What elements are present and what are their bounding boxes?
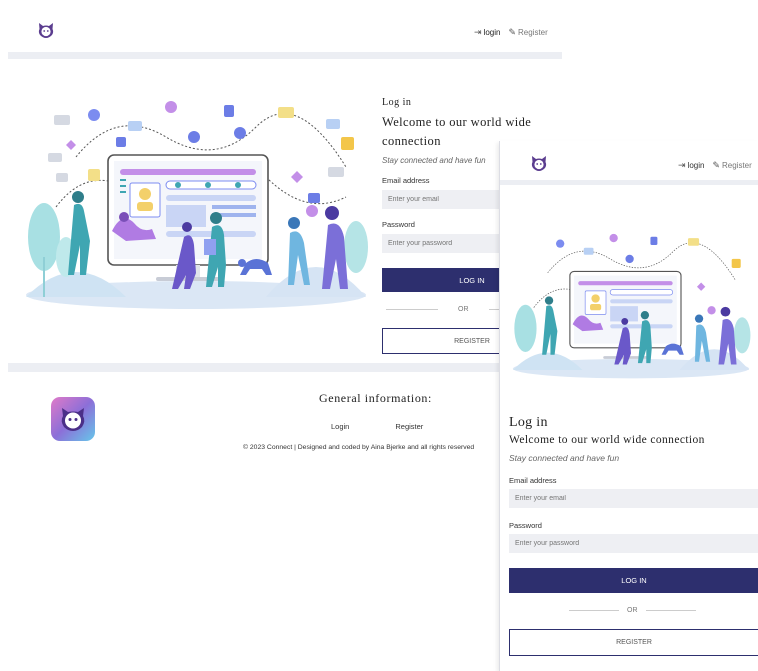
login-heading: Log in — [382, 97, 412, 108]
top-nav: ⇥ login ✎ Register — [474, 27, 548, 38]
or-divider: OR — [509, 607, 758, 614]
email-input[interactable] — [509, 489, 758, 508]
mobile-view: ⇥ login ✎ Register Log in Welcome to our… — [499, 141, 758, 671]
cat-face-icon — [61, 408, 85, 431]
nav-login-link[interactable]: ⇥ login — [474, 27, 500, 38]
footer-title: General information: — [319, 391, 432, 405]
footer-links: Login Register — [331, 422, 423, 431]
top-nav: ⇥ login ✎ Register — [678, 160, 752, 171]
cat-face-icon[interactable] — [529, 153, 549, 173]
footer: General information: Login Register © 20… — [8, 372, 562, 474]
tagline: Stay connected and have fun — [509, 453, 620, 463]
social-network-illustration — [26, 101, 368, 309]
nav-register-link[interactable]: ✎ Register — [712, 160, 751, 171]
divider-line — [645, 610, 696, 611]
password-input[interactable] — [509, 534, 758, 553]
nav-login-label: login — [687, 161, 705, 170]
divider-line — [386, 309, 438, 310]
social-network-illustration — [512, 233, 751, 379]
header: ⇥ login ✎ Register — [500, 141, 758, 185]
sign-in-icon: ⇥ — [678, 160, 686, 170]
header: ⇥ login ✎ Register — [8, 0, 562, 52]
nav-register-label: Register — [722, 161, 752, 170]
divider-line — [569, 610, 619, 611]
cat-face-icon[interactable] — [36, 20, 56, 40]
desktop-view: ⇥ login ✎ Register Log in Welcome to our… — [8, 0, 562, 474]
edit-icon: ✎ — [712, 160, 720, 170]
nav-login-link[interactable]: ⇥ login — [678, 160, 704, 171]
copyright-text: © 2023 Connect | Designed and coded by A… — [243, 444, 475, 451]
login-form: Log in Welcome to our world wide connect… — [509, 415, 758, 656]
login-heading: Log in — [509, 415, 548, 430]
footer-register-link[interactable]: Register — [395, 422, 423, 431]
sign-in-icon: ⇥ — [474, 27, 482, 37]
login-section: Log in Welcome to our world wide connect… — [8, 59, 562, 363]
app-icon — [51, 397, 95, 441]
edit-icon: ✎ — [508, 27, 516, 37]
welcome-heading: Welcome to our world wide connection — [509, 434, 705, 446]
footer-login-link[interactable]: Login — [331, 422, 349, 431]
nav-register-link[interactable]: ✎ Register — [508, 27, 547, 38]
login-button[interactable]: LOG IN — [509, 568, 758, 593]
nav-login-label: login — [483, 28, 501, 37]
password-label: Password — [509, 521, 542, 530]
or-text: OR — [458, 306, 469, 313]
nav-register-label: Register — [518, 28, 548, 37]
register-button[interactable]: REGISTER — [509, 629, 758, 656]
or-text: OR — [627, 607, 638, 614]
email-label: Email address — [509, 476, 557, 485]
